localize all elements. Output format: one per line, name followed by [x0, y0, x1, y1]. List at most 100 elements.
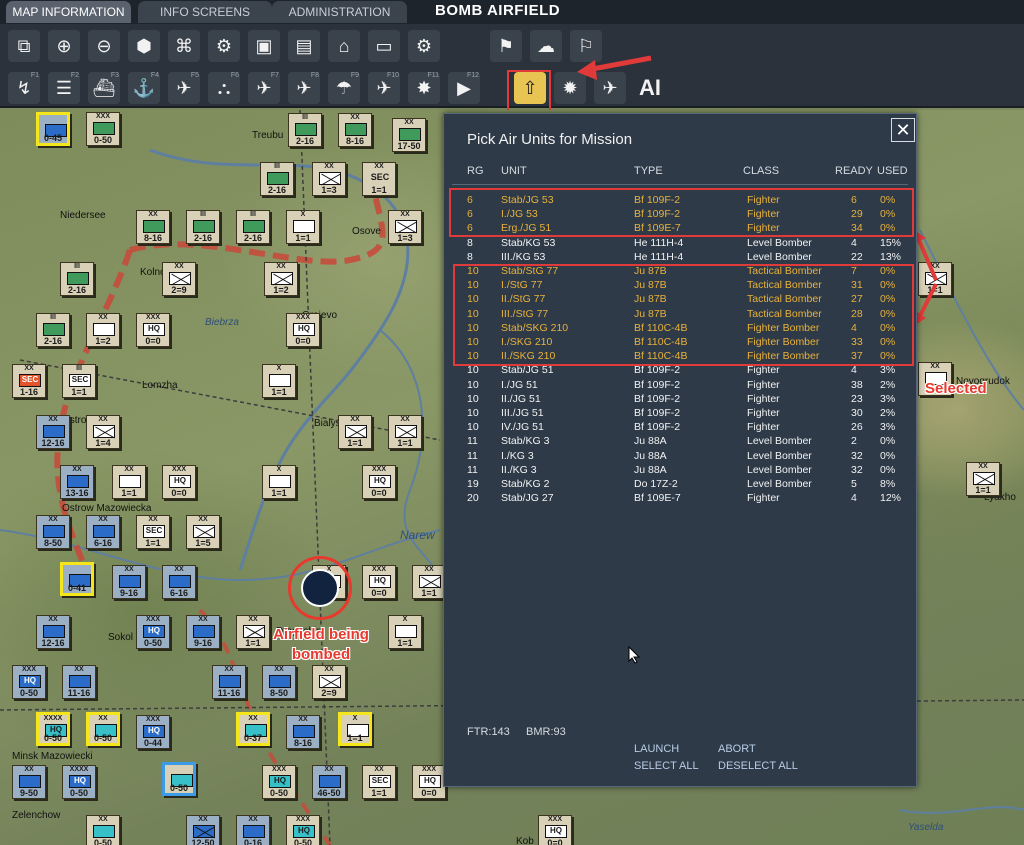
unit-counter[interactable]: III 2-16 [186, 210, 220, 244]
air-unit-row[interactable]: 20 Stab/JG 27 Bf 109E-7 Fighter 4 12% [444, 491, 918, 505]
column-header-type[interactable]: TYPE [634, 165, 663, 177]
air-unit-row[interactable]: 6 Stab/JG 53 Bf 109F-2 Fighter 6 0% [444, 193, 918, 207]
rectangle-button[interactable]: ▭ [368, 30, 400, 62]
unit-counter[interactable]: 0-50 [162, 762, 196, 796]
gear-button[interactable]: ⚙ [208, 30, 240, 62]
air-unit-row[interactable]: 10 Stab/JG 51 Bf 109F-2 Fighter 4 3% [444, 363, 918, 377]
unit-counter[interactable]: XX 12-16 [36, 615, 70, 649]
rail-button[interactable]: ☰ F2 [48, 72, 80, 104]
unit-counter[interactable]: XX 8-50 [36, 515, 70, 549]
air-unit-row[interactable]: 10 I./SKG 210 Bf 110C-4B Fighter Bomber 33 0% [444, 335, 918, 349]
unit-counter[interactable]: XX 6-16 [162, 565, 196, 599]
unit-counter[interactable]: XXXX HQ 0-50 [62, 765, 96, 799]
column-header-unit[interactable]: UNIT [501, 165, 527, 177]
air-unit-row[interactable]: 11 Stab/KG 3 Ju 88A Level Bomber 2 0% [444, 434, 918, 448]
unit-counter[interactable]: XX 12-50 [186, 815, 220, 845]
frame-button[interactable]: ⌘ [168, 30, 200, 62]
unit-counter[interactable]: XXX 0-50 [86, 112, 120, 146]
unit-counter[interactable]: XX 8-16 [286, 715, 320, 749]
air-unit-row[interactable]: 10 Stab/StG 77 Ju 87B Tactical Bomber 7 0% [444, 264, 918, 278]
air-unit-row[interactable]: 10 II./StG 77 Ju 87B Tactical Bomber 27 0% [444, 292, 918, 306]
deselect-all-button[interactable]: DESELECT ALL [718, 760, 798, 772]
unit-counter[interactable]: XX 1=2 [264, 262, 298, 296]
air-unit-row[interactable]: 10 I./JG 51 Bf 109F-2 Fighter 38 2% [444, 378, 918, 392]
unit-counter[interactable]: III 2-16 [260, 162, 294, 196]
unit-counter[interactable]: X 1=1 [388, 615, 422, 649]
unit-counter[interactable]: XX 13-16 [60, 465, 94, 499]
unit-move-button[interactable]: ▣ [248, 30, 280, 62]
air-unit-row[interactable]: 10 II./JG 51 Bf 109F-2 Fighter 23 3% [444, 392, 918, 406]
unit-counter[interactable]: XXX HQ 0=0 [412, 765, 446, 799]
unit-counter[interactable]: XX 8-16 [136, 210, 170, 244]
unit-counter[interactable]: X 1=1 [262, 364, 296, 398]
unit-counter[interactable]: XXX HQ 0-44 [136, 715, 170, 749]
air-unit-row[interactable]: 10 III./JG 51 Bf 109F-2 Fighter 30 2% [444, 406, 918, 420]
unit-counter[interactable]: X 1=1 [286, 210, 320, 244]
unit-counter[interactable]: XX SEC 1=1 [136, 515, 170, 549]
unit-counter[interactable]: XX 0-50 [86, 815, 120, 845]
unit-counter[interactable]: 0-45 [36, 112, 70, 146]
unit-counter[interactable]: XX1=1 [966, 462, 1000, 496]
hex-grid-button[interactable]: ⬢ [128, 30, 160, 62]
air-unit-row[interactable]: 10 IV./JG 51 Bf 109F-2 Fighter 26 3% [444, 420, 918, 434]
zoom-out-button[interactable]: ⊖ [88, 30, 120, 62]
airbase-button[interactable]: ⛬ F6 [208, 72, 240, 104]
unit-counter[interactable]: XX 1=2 [86, 313, 120, 347]
air-recon-button[interactable]: ✈ F5 [168, 72, 200, 104]
column-header-class[interactable]: CLASS [743, 165, 779, 177]
unit-counter[interactable]: XX 17-50 [392, 118, 426, 152]
unit-counter[interactable]: XX 11-16 [62, 665, 96, 699]
unit-counter[interactable]: III 2-16 [236, 210, 270, 244]
unit-counter[interactable]: XX 1=3 [388, 210, 422, 244]
air-mission-button[interactable]: ✈ F7 [248, 72, 280, 104]
unit-counter[interactable]: XXX HQ 0=0 [286, 313, 320, 347]
unit-counter[interactable]: X 1=1 [338, 712, 372, 746]
unit-counter[interactable]: XX 2=9 [312, 665, 346, 699]
launch-button[interactable]: LAUNCH [634, 743, 679, 755]
unit-counter[interactable]: III 2-16 [288, 113, 322, 147]
air-unit-row[interactable]: 11 I./KG 3 Ju 88A Level Bomber 32 0% [444, 449, 918, 463]
unit-counter[interactable]: XX SEC 1=1 [362, 765, 396, 799]
unit-counter[interactable]: 0-41 [60, 562, 94, 596]
unit-counter[interactable]: XX 0-50 [86, 712, 120, 746]
tab-info-screens[interactable]: INFO SCREENS [138, 1, 272, 23]
tab-map-information[interactable]: MAP INFORMATION [6, 1, 131, 23]
unit-counter[interactable]: III SEC 1=1 [62, 364, 96, 398]
unit-counter[interactable]: XX 9-50 [12, 765, 46, 799]
air-unit-row[interactable]: 10 III./StG 77 Ju 87B Tactical Bomber 28 0% [444, 307, 918, 321]
air-unit-row[interactable]: 11 II./KG 3 Ju 88A Level Bomber 32 0% [444, 463, 918, 477]
paradrop-button[interactable]: ☂ F9 [328, 72, 360, 104]
unit-counter[interactable]: XX1=1 [388, 415, 422, 449]
ship-button[interactable]: ⛴ F3 [88, 72, 120, 104]
unit-counter[interactable]: XXX HQ 0-50 [286, 815, 320, 845]
naval-button[interactable]: ⚓ F4 [128, 72, 160, 104]
unit-counter[interactable]: XXX HQ 0=0 [362, 565, 396, 599]
unit-counter[interactable]: XX 1=4 [86, 415, 120, 449]
bombing-button[interactable]: ✈ F8 [288, 72, 320, 104]
unit-counter[interactable]: XXXX HQ 0-50 [36, 712, 70, 746]
unit-counter[interactable]: XXX HQ 0=0 [162, 465, 196, 499]
play-button[interactable]: ▶ F12 [448, 72, 480, 104]
unit-counter[interactable]: III 2-16 [60, 262, 94, 296]
settings-frame-button[interactable]: ⚙ [408, 30, 440, 62]
air-unit-row[interactable]: 10 I./StG 77 Ju 87B Tactical Bomber 31 0% [444, 278, 918, 292]
unit-counter[interactable]: XX 12-16 [36, 415, 70, 449]
unit-counter[interactable]: XX 8-50 [262, 665, 296, 699]
flag-arrow-button[interactable]: ⚑ [490, 30, 522, 62]
close-button[interactable]: ✕ [891, 118, 915, 142]
unit-counter[interactable]: XX1=1 [412, 565, 446, 599]
column-header-used[interactable]: USED [877, 165, 908, 177]
bar-chart-button[interactable]: ▤ [288, 30, 320, 62]
path-button[interactable]: ↯ F1 [8, 72, 40, 104]
unit-counter[interactable]: XX1=1 [338, 415, 372, 449]
air-unit-row[interactable]: 10 Stab/SKG 210 Bf 110C-4B Fighter Bomber 4 0… [444, 321, 918, 335]
unit-counter[interactable]: XX 8-16 [338, 113, 372, 147]
air-unit-row[interactable]: 6 I./JG 53 Bf 109F-2 Fighter 29 0% [444, 207, 918, 221]
factory-button[interactable]: ⌂ [328, 30, 360, 62]
unit-counter[interactable]: XX 9-16 [186, 615, 220, 649]
unit-counter[interactable]: XXX HQ 0=0 [136, 313, 170, 347]
unit-counter[interactable]: XXX HQ 0=0 [362, 465, 396, 499]
air-unit-row[interactable]: 8 Stab/KG 53 He 111H-4 Level Bomber 4 15% [444, 236, 918, 250]
target-airfield-marker[interactable] [288, 556, 352, 620]
unit-counter[interactable]: XX 46-50 [312, 765, 346, 799]
